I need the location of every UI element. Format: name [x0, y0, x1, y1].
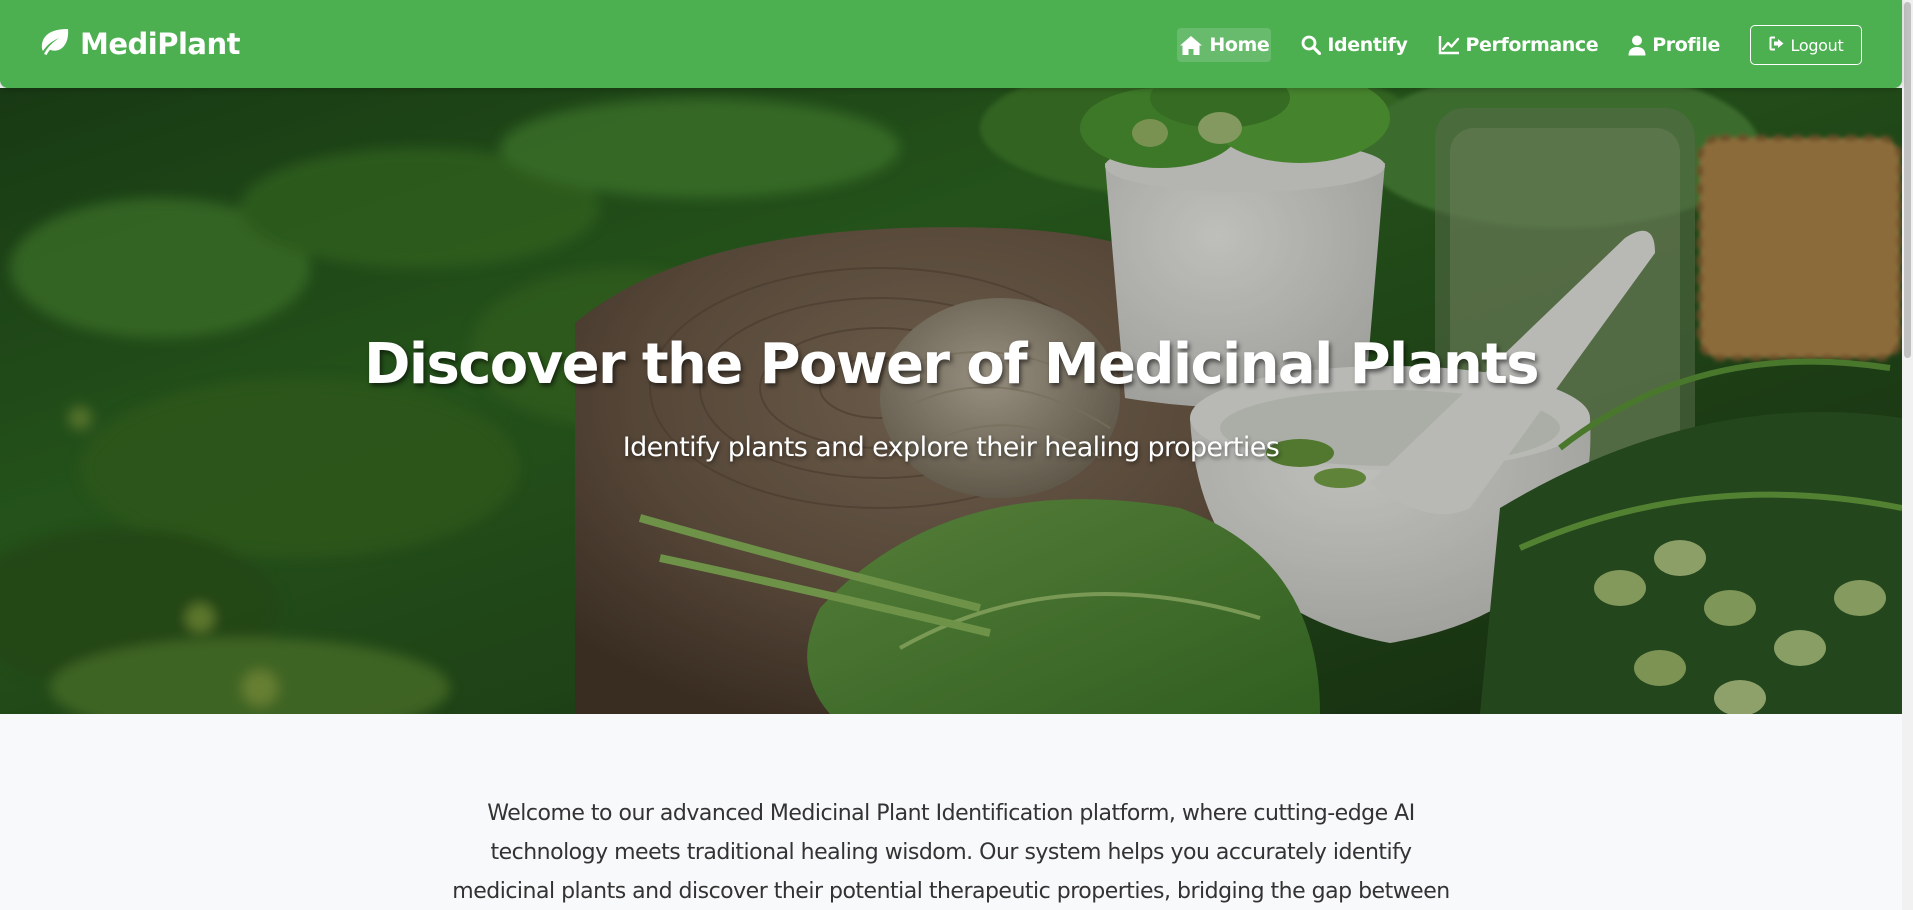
brand-link[interactable]: MediPlant [38, 26, 241, 62]
home-icon [1179, 35, 1203, 56]
scrollbar-thumb[interactable] [1904, 2, 1911, 358]
nav-item-performance-label: Performance [1465, 34, 1599, 56]
navbar: MediPlant Home Identify Performance Prof… [0, 0, 1902, 88]
hero-title: Discover the Power of Medicinal Plants [364, 332, 1540, 397]
hero-subtitle: Identify plants and explore their healin… [622, 432, 1280, 463]
leaf-icon [38, 28, 70, 60]
page: MediPlant Home Identify Performance Prof… [0, 0, 1913, 910]
main-nav: Home Identify Performance Profile Logout [1147, 24, 1862, 66]
user-icon [1628, 35, 1646, 56]
nav-item-profile[interactable]: Profile [1628, 28, 1720, 62]
nav-item-identify-label: Identify [1327, 34, 1408, 56]
logout-button[interactable]: Logout [1750, 25, 1862, 65]
nav-item-profile-label: Profile [1652, 34, 1720, 56]
brand-name: MediPlant [80, 27, 241, 61]
line-chart-icon [1438, 35, 1460, 55]
nav-item-home-label: Home [1209, 34, 1270, 56]
sign-out-icon [1769, 36, 1786, 55]
nav-item-performance[interactable]: Performance [1438, 28, 1599, 62]
nav-item-home[interactable]: Home [1177, 28, 1272, 62]
page-scrollbar[interactable] [1902, 0, 1913, 910]
hero-section: Discover the Power of Medicinal Plants I… [0, 88, 1902, 714]
search-icon [1301, 35, 1322, 55]
intro-paragraph: Welcome to our advanced Medicinal Plant … [452, 801, 1450, 904]
logout-label: Logout [1790, 35, 1844, 55]
hero-overlay [0, 88, 1902, 714]
nav-item-identify[interactable]: Identify [1301, 28, 1408, 62]
